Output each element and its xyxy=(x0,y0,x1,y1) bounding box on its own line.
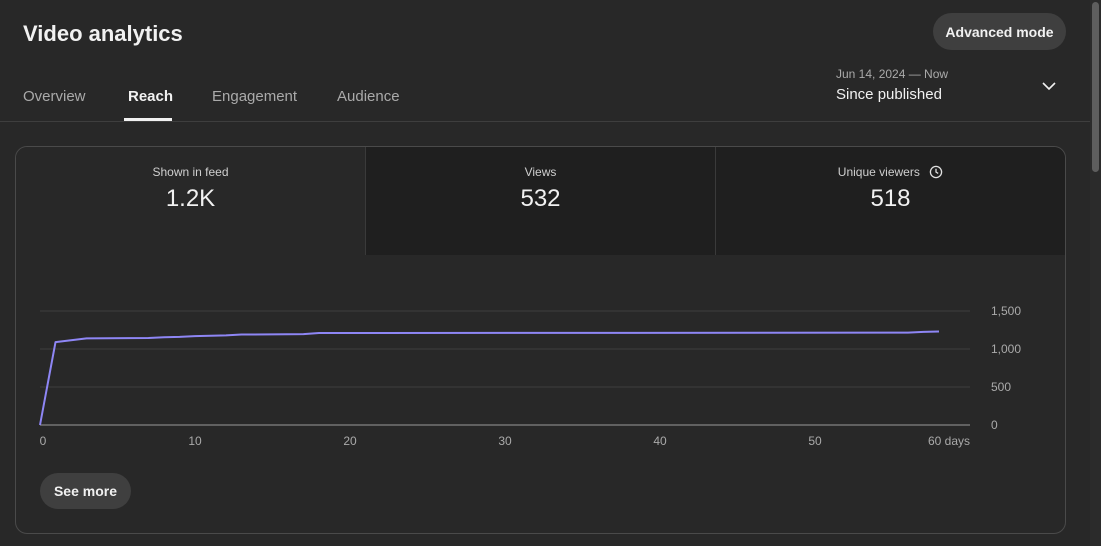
x-tick-label: 30 xyxy=(498,434,512,448)
metric-shown-in-feed[interactable]: Shown in feed 1.2K xyxy=(16,147,365,255)
metric-value: 1.2K xyxy=(165,185,216,212)
x-tick-label: 0 xyxy=(40,434,47,448)
y-tick-label: 0 xyxy=(991,418,998,432)
x-axis-ticks: 0 10 20 30 40 50 60 days xyxy=(40,434,970,448)
metric-label-text: Unique viewers xyxy=(837,165,920,179)
y-axis-ticks: 0 500 1,000 1,500 xyxy=(991,304,1021,432)
metric-label: Unique viewers xyxy=(716,165,1065,179)
x-tick-label: 40 xyxy=(653,434,667,448)
x-tick-label: 20 xyxy=(343,434,357,448)
date-range-label: Since published xyxy=(836,86,942,103)
tab-overview[interactable]: Overview xyxy=(23,88,86,105)
metric-value: 532 xyxy=(520,185,561,212)
date-range-text: Jun 14, 2024 — Now xyxy=(836,67,949,81)
tab-engagement[interactable]: Engagement xyxy=(212,88,297,105)
x-tick-label: 60 days xyxy=(928,434,970,448)
y-tick-label: 1,000 xyxy=(991,342,1021,356)
header-divider xyxy=(0,121,1090,122)
y-tick-label: 500 xyxy=(991,380,1011,394)
tab-audience[interactable]: Audience xyxy=(337,88,400,105)
advanced-mode-button[interactable]: Advanced mode xyxy=(933,13,1066,50)
tab-reach[interactable]: Reach xyxy=(128,88,173,105)
chevron-down-icon xyxy=(1042,82,1056,91)
page-title: Video analytics xyxy=(23,21,183,46)
series-line-shown-in-feed xyxy=(39,330,940,426)
chart-series xyxy=(39,330,940,426)
metric-label: Shown in feed xyxy=(152,165,229,179)
reach-line-chart: 0 500 1,000 1,500 0 10 20 30 40 50 60 days xyxy=(39,304,1021,448)
metric-views[interactable]: Views 532 xyxy=(366,147,715,255)
date-range-picker[interactable]: Jun 14, 2024 — Now Since published xyxy=(836,64,1066,112)
see-more-button[interactable]: See more xyxy=(40,473,131,509)
y-tick-label: 1,500 xyxy=(991,304,1021,318)
metric-unique-viewers[interactable]: Unique viewers 518 xyxy=(716,147,1065,255)
x-tick-label: 50 xyxy=(808,434,822,448)
chart-gridlines xyxy=(40,310,970,426)
x-tick-label: 10 xyxy=(188,434,202,448)
metric-label: Views xyxy=(524,165,557,179)
clock-icon[interactable] xyxy=(929,165,943,179)
scrollbar-thumb[interactable] xyxy=(1092,2,1099,172)
metric-value: 518 xyxy=(870,185,911,212)
